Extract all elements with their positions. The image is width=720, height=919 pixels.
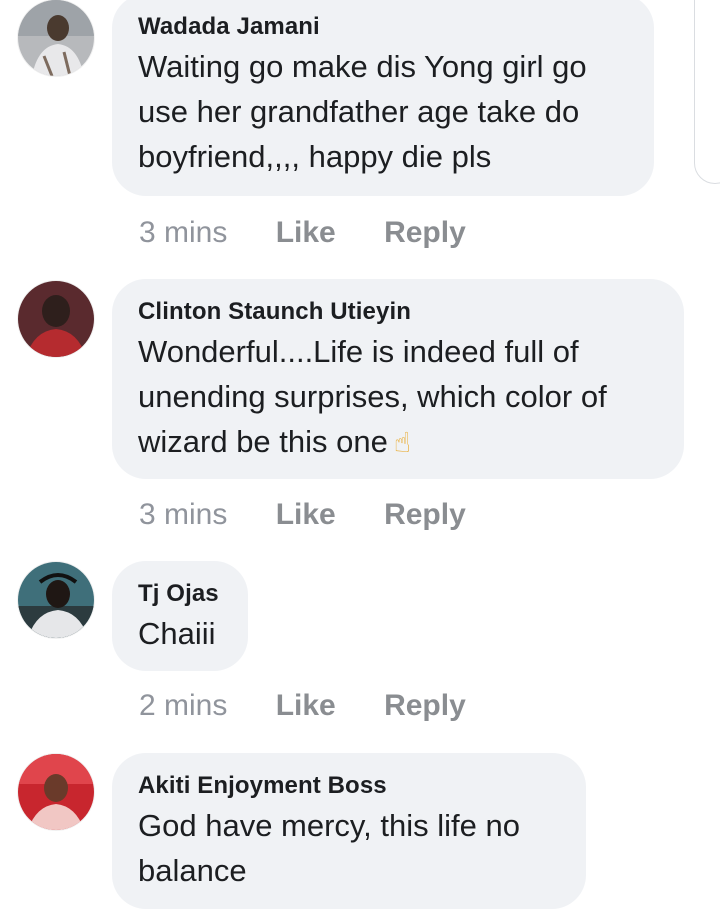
reply-button[interactable]: Reply: [384, 686, 466, 726]
comment-timestamp[interactable]: 3 mins: [139, 213, 227, 253]
avatar[interactable]: [18, 0, 94, 76]
pointing-up-emoji-icon: ☝: [393, 427, 411, 458]
comment-text: Chaiii: [138, 616, 216, 651]
comment-actions: 2 mins Like Reply: [139, 686, 466, 726]
comment-text: God have mercy, this life no balance: [138, 808, 520, 888]
avatar[interactable]: [18, 562, 94, 638]
comment-thread: Wadada Jamani Waiting go make dis Yong g…: [0, 0, 720, 919]
avatar-photo: [18, 281, 94, 357]
comment-author[interactable]: Tj Ojas: [138, 579, 222, 609]
avatar-photo: [18, 754, 94, 830]
avatar-photo: [18, 562, 94, 638]
comment-timestamp[interactable]: 2 mins: [139, 686, 227, 726]
avatar[interactable]: [18, 754, 94, 830]
comment-text-body: Wonderful....Life is indeed full of unen…: [138, 334, 607, 459]
like-button[interactable]: Like: [276, 495, 336, 535]
comment-author[interactable]: Wadada Jamani: [138, 12, 628, 42]
comment-text: Wonderful....Life is indeed full of unen…: [138, 329, 658, 465]
comment-bubble: Akiti Enjoyment Boss God have mercy, thi…: [112, 753, 586, 909]
comment-bubble: Wadada Jamani Waiting go make dis Yong g…: [112, 0, 654, 196]
adjacent-card-edge: [694, 0, 720, 184]
comment-bubble: Clinton Staunch Utieyin Wonderful....Lif…: [112, 279, 684, 479]
comment-author[interactable]: Akiti Enjoyment Boss: [138, 771, 560, 801]
comment-timestamp[interactable]: 3 mins: [139, 495, 227, 535]
avatar[interactable]: [18, 281, 94, 357]
comment-author[interactable]: Clinton Staunch Utieyin: [138, 297, 658, 327]
comment-actions: 3 mins Like Reply: [139, 213, 466, 253]
like-button[interactable]: Like: [276, 686, 336, 726]
comment-bubble: Tj Ojas Chaiii: [112, 561, 248, 671]
reply-button[interactable]: Reply: [384, 213, 466, 253]
avatar-photo: [18, 0, 94, 76]
like-button[interactable]: Like: [276, 213, 336, 253]
reply-button[interactable]: Reply: [384, 495, 466, 535]
comment-actions: 3 mins Like Reply: [139, 495, 466, 535]
comment-text: Waiting go make dis Yong girl go use her…: [138, 49, 587, 174]
